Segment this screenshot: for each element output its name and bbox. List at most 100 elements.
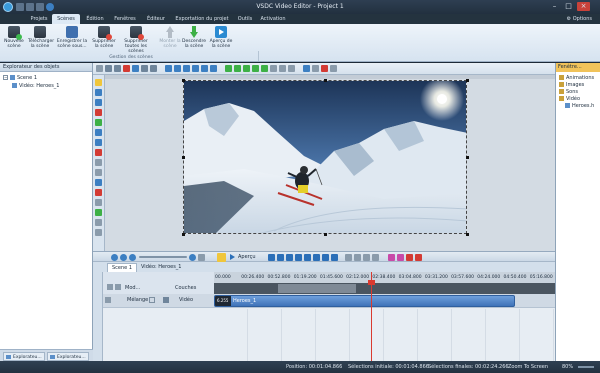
send-back-icon[interactable]: [252, 65, 259, 72]
add-layer-icon[interactable]: [107, 284, 113, 290]
timeline-grid[interactable]: [214, 309, 555, 361]
zoom-slider[interactable]: [139, 256, 187, 258]
add-free-shape-icon[interactable]: [95, 199, 102, 206]
zoom-slider[interactable]: [578, 366, 594, 368]
loop-icon[interactable]: [331, 254, 338, 261]
lock-icon[interactable]: [288, 65, 295, 72]
tab-scenes[interactable]: Scènes: [52, 14, 80, 24]
align-top-icon[interactable]: [192, 65, 199, 72]
lock-layer-icon[interactable]: [115, 284, 121, 290]
timeline-tab-scene[interactable]: Scene 1: [107, 263, 138, 272]
add-subtitle-icon[interactable]: [95, 169, 102, 176]
add-ellipse-icon[interactable]: [95, 139, 102, 146]
resize-handle-mr[interactable]: [466, 156, 469, 159]
tree-sons[interactable]: Sons: [559, 89, 578, 96]
audio-icon[interactable]: [388, 254, 395, 261]
end-icon[interactable]: [322, 254, 329, 261]
tree-images[interactable]: Images: [559, 82, 584, 89]
marker-add-icon[interactable]: [345, 254, 352, 261]
tab-projets[interactable]: Projets: [26, 14, 52, 24]
redo-icon[interactable]: [150, 65, 157, 72]
add-text-icon[interactable]: [95, 159, 102, 166]
resize-handle-bl[interactable]: [182, 233, 185, 236]
stop-icon[interactable]: [268, 254, 275, 261]
status-zoom-label[interactable]: Zoom To Screen: [508, 364, 548, 370]
add-movement-icon[interactable]: [95, 209, 102, 216]
cursor-icon[interactable]: [96, 65, 103, 72]
add-video-icon[interactable]: [95, 89, 102, 96]
snap-icon[interactable]: [312, 65, 319, 72]
move-up-icon[interactable]: [225, 65, 232, 72]
video-clip[interactable]: 6.255 Heroes_1: [214, 295, 515, 307]
add-object-icon[interactable]: [95, 79, 102, 86]
load-scene-button[interactable]: Télécharger la scène: [28, 26, 54, 49]
align-right-icon[interactable]: [183, 65, 190, 72]
resize-handle-tc[interactable]: [324, 79, 327, 82]
add-chart-icon[interactable]: [95, 149, 102, 156]
close-button[interactable]: ×: [577, 2, 590, 11]
playhead[interactable]: [371, 272, 372, 361]
video-preview-frame[interactable]: [183, 80, 467, 234]
zoom-in-icon[interactable]: [111, 254, 118, 261]
next-frame-icon[interactable]: [313, 254, 320, 261]
resize-handle-tr[interactable]: [466, 79, 469, 82]
tab-outils[interactable]: Outils: [234, 14, 256, 24]
add-image-icon[interactable]: [95, 99, 102, 106]
tab-resource-explorer[interactable]: Explorateu...: [47, 352, 89, 361]
tab-editeur[interactable]: Éditeur: [142, 14, 170, 24]
bring-front-icon[interactable]: [243, 65, 250, 72]
tree-heroes-file[interactable]: Heroes.h: [565, 103, 594, 110]
collapse-icon[interactable]: −: [3, 75, 8, 80]
undo-icon[interactable]: [141, 65, 148, 72]
forward-icon[interactable]: [304, 254, 311, 261]
align-bottom-icon[interactable]: [201, 65, 208, 72]
tree-video[interactable]: Vidéo: [559, 96, 580, 103]
ungroup-icon[interactable]: [279, 65, 286, 72]
zoom-out-icon[interactable]: [120, 254, 127, 261]
rewind-icon[interactable]: [286, 254, 293, 261]
fit-timeline-icon[interactable]: [198, 254, 205, 261]
zoom-plus-icon[interactable]: [189, 254, 196, 261]
group-icon[interactable]: [270, 65, 277, 72]
tab-fenetres[interactable]: Fenêtres: [110, 14, 140, 24]
marker-icon[interactable]: [321, 65, 328, 72]
resize-handle-tl[interactable]: [182, 79, 185, 82]
grid-icon[interactable]: [303, 65, 310, 72]
add-audio-icon[interactable]: [95, 109, 102, 116]
trim-icon[interactable]: [372, 254, 379, 261]
split-icon[interactable]: [354, 254, 361, 261]
tree-item-video[interactable]: Vidéo: Heroes_1: [12, 83, 60, 90]
maximize-button[interactable]: □: [562, 2, 575, 11]
ruler-selection[interactable]: [278, 284, 356, 293]
record-icon[interactable]: [406, 254, 413, 261]
remove-track-icon[interactable]: [415, 254, 422, 261]
add-rectangle-icon[interactable]: [95, 129, 102, 136]
timeline[interactable]: Mod... Couches 00.000 00:26.400 00:52.800 0…: [93, 272, 555, 361]
minimize-button[interactable]: –: [548, 2, 561, 11]
save-scene-as-button[interactable]: Enregistrer la scène sous...: [56, 26, 88, 49]
tab-activation[interactable]: Activation: [258, 14, 288, 24]
add-animation-icon[interactable]: [95, 189, 102, 196]
tab-edition[interactable]: Édition: [82, 14, 108, 24]
time-ruler[interactable]: 00.000 00:26.400 00:52.800 01:19.200 01:45.6…: [214, 272, 555, 294]
add-effect-icon[interactable]: [95, 219, 102, 226]
resize-handle-br[interactable]: [466, 233, 469, 236]
add-sprite-icon[interactable]: [95, 179, 102, 186]
tree-animations[interactable]: Animations: [559, 75, 594, 82]
blend-dropdown-icon[interactable]: [149, 297, 155, 303]
delete-scene-button[interactable]: Supprimer la scène: [90, 26, 118, 49]
align-middle-icon[interactable]: [210, 65, 217, 72]
resize-handle-ml[interactable]: [182, 156, 185, 159]
resize-handle-bc[interactable]: [324, 233, 327, 236]
forward-icon[interactable]: [261, 65, 268, 72]
timeline-tab-video[interactable]: Vidéo: Heroes_1: [137, 263, 186, 272]
zoom-fit-icon[interactable]: [129, 254, 136, 261]
move-scene-up-button[interactable]: Monter la scène: [158, 26, 182, 49]
crop-icon[interactable]: [132, 65, 139, 72]
align-left-icon[interactable]: [165, 65, 172, 72]
prev-frame-icon[interactable]: [277, 254, 284, 261]
volume-icon[interactable]: [397, 254, 404, 261]
move-scene-down-button[interactable]: Descendre la scène: [182, 26, 206, 49]
add-counter-icon[interactable]: [95, 229, 102, 236]
tab-exportation[interactable]: Exportation du projet: [172, 14, 232, 24]
